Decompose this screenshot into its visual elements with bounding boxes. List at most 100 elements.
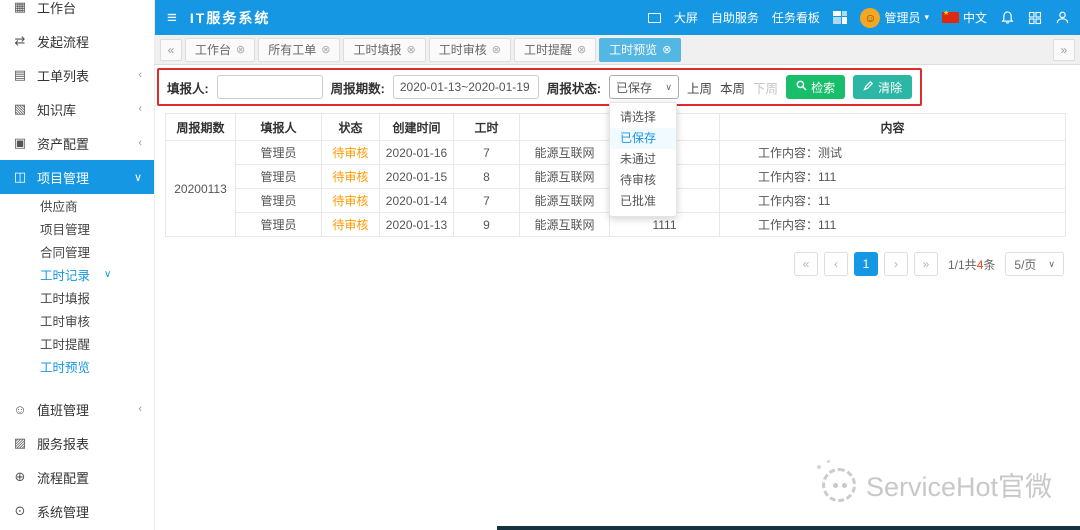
status-cell: 待审核 (322, 141, 380, 165)
nav-self-service[interactable]: 自助服务 (711, 9, 759, 26)
dropdown-option-approved[interactable]: 已批准 (610, 191, 676, 212)
content-cell: 工作内容：111 (720, 165, 1066, 189)
workbench-icon: ▦ (12, 0, 28, 15)
last-page-button[interactable]: » (914, 252, 938, 276)
layout-grid-icon[interactable] (833, 11, 848, 25)
submenu-item-timesheet-record[interactable]: 工时记录 ∨ (0, 263, 154, 286)
sidebar-item-launch-flow[interactable]: ⇄ 发起流程 (0, 24, 154, 58)
big-screen-icon[interactable] (648, 13, 661, 23)
bottom-dark-strip (497, 526, 1080, 530)
submenu-item-project-mgmt[interactable]: 项目管理 (0, 217, 154, 240)
filter-bar: 填报人: 周报期数: 周报状态: 已保存 ∨ 请选择 已保存 未通过 待审核 已… (157, 68, 922, 106)
status-cell: 待审核 (322, 165, 380, 189)
nav-big-screen[interactable]: 大屏 (674, 9, 698, 26)
language-label: 中文 (963, 9, 987, 26)
brush-icon (863, 80, 874, 94)
reporter-cell: 管理员 (236, 213, 322, 237)
first-page-button[interactable]: « (794, 252, 818, 276)
page-number-button[interactable]: 1 (854, 252, 878, 276)
search-icon (796, 80, 807, 94)
submenu-item-timesheet-fill[interactable]: 工时填报 (0, 286, 154, 309)
prev-page-button[interactable]: ‹ (824, 252, 848, 276)
tab-workbench[interactable]: 工作台 ⊗ (185, 38, 255, 62)
user-profile-icon[interactable] (1055, 10, 1070, 25)
tab-timesheet-preview[interactable]: 工时预览 ⊗ (599, 38, 681, 62)
ticket-list-icon: ▤ (12, 67, 28, 83)
sidebar: ▦ 工作台 ⇄ 发起流程 ▤ 工单列表 ‹ ▧ 知识库 ‹ ▣ 资产配置 ‹ ◫… (0, 0, 155, 530)
this-week-link[interactable]: 本周 (720, 78, 745, 97)
status-dropdown-menu: 请选择 已保存 未通过 待审核 已批准 (609, 102, 677, 217)
sidebar-item-ticket-list[interactable]: ▤ 工单列表 ‹ (0, 58, 154, 92)
sidebar-item-project-management[interactable]: ◫ 项目管理 ∨ (0, 160, 154, 194)
content-cell: 工作内容：11 (720, 189, 1066, 213)
tabs-scroll-left-icon[interactable]: « (160, 39, 182, 61)
sidebar-item-label: 服务报表 (37, 434, 89, 453)
tab-timesheet-remind[interactable]: 工时提醒 ⊗ (514, 38, 596, 62)
sidebar-item-system-management[interactable]: ⊙ 系统管理 (0, 494, 154, 528)
app-title: IT服务系统 (190, 8, 270, 28)
sidebar-item-duty-management[interactable]: ☺ 值班管理 ‹ (0, 392, 154, 426)
submenu-item-contract-mgmt[interactable]: 合同管理 (0, 240, 154, 263)
tab-all-tickets[interactable]: 所有工单 ⊗ (258, 38, 340, 62)
dropdown-option-saved[interactable]: 已保存 (610, 128, 676, 149)
reporter-input[interactable] (217, 75, 323, 99)
chevron-left-icon: ‹ (138, 69, 142, 81)
close-icon[interactable]: ⊗ (662, 43, 671, 56)
hours-cell: 7 (454, 189, 520, 213)
submenu-item-timesheet-remind[interactable]: 工时提醒 (0, 332, 154, 355)
user-menu[interactable]: ☺ 管理员 ▾ (860, 8, 929, 28)
submenu-item-supplier[interactable]: 供应商 (0, 194, 154, 217)
tab-bar: « 工作台 ⊗ 所有工单 ⊗ 工时填报 ⊗ 工时审核 ⊗ 工时提醒 ⊗ 工时预览… (155, 35, 1080, 65)
reporter-cell: 管理员 (236, 141, 322, 165)
content-cell: 工作内容：测试 (720, 141, 1066, 165)
project-cell: 能源互联网 (520, 189, 610, 213)
chevron-left-icon: ‹ (138, 137, 142, 149)
hours-cell: 8 (454, 165, 520, 189)
hamburger-menu-icon[interactable]: ≡ (167, 8, 177, 28)
close-icon[interactable]: ⊗ (492, 43, 501, 56)
next-week-link[interactable]: 下周 (753, 78, 778, 97)
col-period: 周报期数 (166, 114, 236, 141)
apps-icon[interactable] (1028, 11, 1042, 25)
sidebar-item-process-config[interactable]: ⊕ 流程配置 (0, 460, 154, 494)
close-icon[interactable]: ⊗ (236, 43, 245, 56)
status-select[interactable]: 已保存 ∨ 请选择 已保存 未通过 待审核 已批准 (609, 75, 679, 99)
close-icon[interactable]: ⊗ (406, 43, 415, 56)
next-page-button[interactable]: › (884, 252, 908, 276)
tab-label: 工时预览 (609, 41, 657, 58)
close-icon[interactable]: ⊗ (321, 43, 330, 56)
submenu-item-label: 工时记录 (40, 265, 90, 284)
dropdown-option-pending[interactable]: 待审核 (610, 170, 676, 191)
page-size-select[interactable]: 5/页 ∨ (1005, 252, 1064, 276)
sidebar-item-label: 资产配置 (37, 134, 89, 153)
submenu-item-timesheet-preview[interactable]: 工时预览 (0, 355, 154, 378)
clear-button[interactable]: 清除 (853, 75, 912, 99)
col-project (520, 114, 610, 141)
pagination-info: 1/1共4条 (948, 256, 995, 273)
last-week-link[interactable]: 上周 (687, 78, 712, 97)
dropdown-option-rejected[interactable]: 未通过 (610, 149, 676, 170)
sidebar-item-knowledge-base[interactable]: ▧ 知识库 ‹ (0, 92, 154, 126)
tabs-scroll-right-icon[interactable]: » (1053, 39, 1075, 61)
sidebar-item-workbench[interactable]: ▦ 工作台 (0, 0, 154, 24)
tab-timesheet-fill[interactable]: 工时填报 ⊗ (343, 38, 425, 62)
sidebar-item-label: 系统管理 (37, 502, 89, 521)
submenu-item-timesheet-audit[interactable]: 工时审核 (0, 309, 154, 332)
period-label: 周报期数: (331, 78, 385, 97)
bell-icon[interactable] (1000, 10, 1015, 25)
clear-button-label: 清除 (878, 79, 902, 96)
sidebar-item-service-report[interactable]: ▨ 服务报表 (0, 426, 154, 460)
tab-timesheet-audit[interactable]: 工时审核 ⊗ (429, 38, 511, 62)
search-button[interactable]: 检索 (786, 75, 845, 99)
dropdown-option-please-select[interactable]: 请选择 (610, 107, 676, 128)
status-cell: 待审核 (322, 213, 380, 237)
close-icon[interactable]: ⊗ (577, 43, 586, 56)
tab-label: 所有工单 (268, 41, 316, 58)
nav-task-board[interactable]: 任务看板 (772, 9, 820, 26)
reporter-cell: 管理员 (236, 189, 322, 213)
sidebar-item-asset-config[interactable]: ▣ 资产配置 ‹ (0, 126, 154, 160)
language-switcher[interactable]: ★ 中文 (942, 9, 987, 26)
period-input[interactable] (393, 75, 539, 99)
chevron-left-icon: ‹ (138, 103, 142, 115)
caret-down-icon: ▾ (924, 12, 929, 23)
